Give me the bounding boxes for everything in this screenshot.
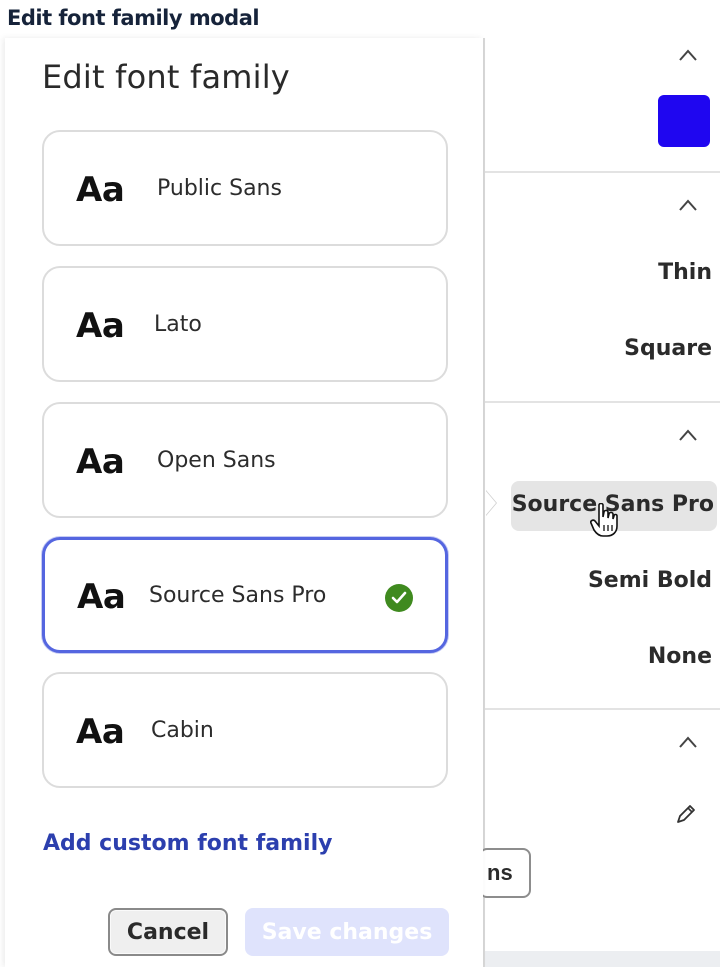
font-preview-glyph: Aa bbox=[76, 170, 125, 210]
chevron-up-icon[interactable] bbox=[678, 428, 698, 442]
chevron-up-icon[interactable] bbox=[678, 48, 698, 62]
font-option-label: Public Sans bbox=[157, 176, 282, 201]
cancel-button[interactable]: Cancel bbox=[108, 908, 228, 956]
font-option-public-sans[interactable]: Aa Public Sans bbox=[42, 130, 448, 246]
partial-button[interactable]: ns bbox=[479, 848, 531, 898]
font-preview-glyph: Aa bbox=[76, 306, 125, 346]
font-option-open-sans[interactable]: Aa Open Sans bbox=[42, 402, 448, 518]
modal-pointer bbox=[485, 490, 496, 516]
font-preview-glyph: Aa bbox=[76, 712, 125, 752]
divider bbox=[485, 171, 720, 173]
font-option-label: Source Sans Pro bbox=[149, 583, 327, 608]
font-weight-value[interactable]: Semi Bold bbox=[588, 568, 712, 593]
modal-title: Edit font family bbox=[42, 58, 290, 96]
save-changes-button[interactable]: Save changes bbox=[245, 908, 449, 956]
font-option-source-sans-pro[interactable]: Aa Source Sans Pro bbox=[42, 537, 448, 653]
font-option-label: Open Sans bbox=[157, 448, 276, 473]
font-option-cabin[interactable]: Aa Cabin bbox=[42, 672, 448, 788]
pencil-icon[interactable] bbox=[675, 803, 697, 825]
decoration-value[interactable]: None bbox=[648, 644, 712, 669]
divider bbox=[485, 401, 720, 403]
font-option-label: Cabin bbox=[151, 718, 214, 743]
properties-panel: Thin Square Source Sans Pro Semi Bold No… bbox=[479, 38, 720, 967]
hand-cursor-icon bbox=[590, 503, 618, 537]
divider bbox=[485, 708, 720, 710]
page-caption: Edit font family modal bbox=[7, 6, 260, 30]
add-custom-font-link[interactable]: Add custom font family bbox=[43, 831, 332, 856]
weight-value[interactable]: Thin bbox=[658, 260, 712, 285]
font-preview-glyph: Aa bbox=[76, 442, 125, 482]
check-circle-icon bbox=[385, 584, 413, 612]
font-preview-glyph: Aa bbox=[77, 577, 126, 617]
shape-value[interactable]: Square bbox=[624, 336, 712, 361]
chevron-up-icon[interactable] bbox=[678, 735, 698, 749]
footer-strip bbox=[485, 951, 720, 967]
edit-font-family-modal: Edit font family Aa Public Sans Aa Lato … bbox=[5, 38, 483, 967]
font-option-label: Lato bbox=[154, 312, 202, 337]
color-swatch[interactable] bbox=[658, 95, 710, 147]
chevron-up-icon[interactable] bbox=[678, 198, 698, 212]
font-option-lato[interactable]: Aa Lato bbox=[42, 266, 448, 382]
